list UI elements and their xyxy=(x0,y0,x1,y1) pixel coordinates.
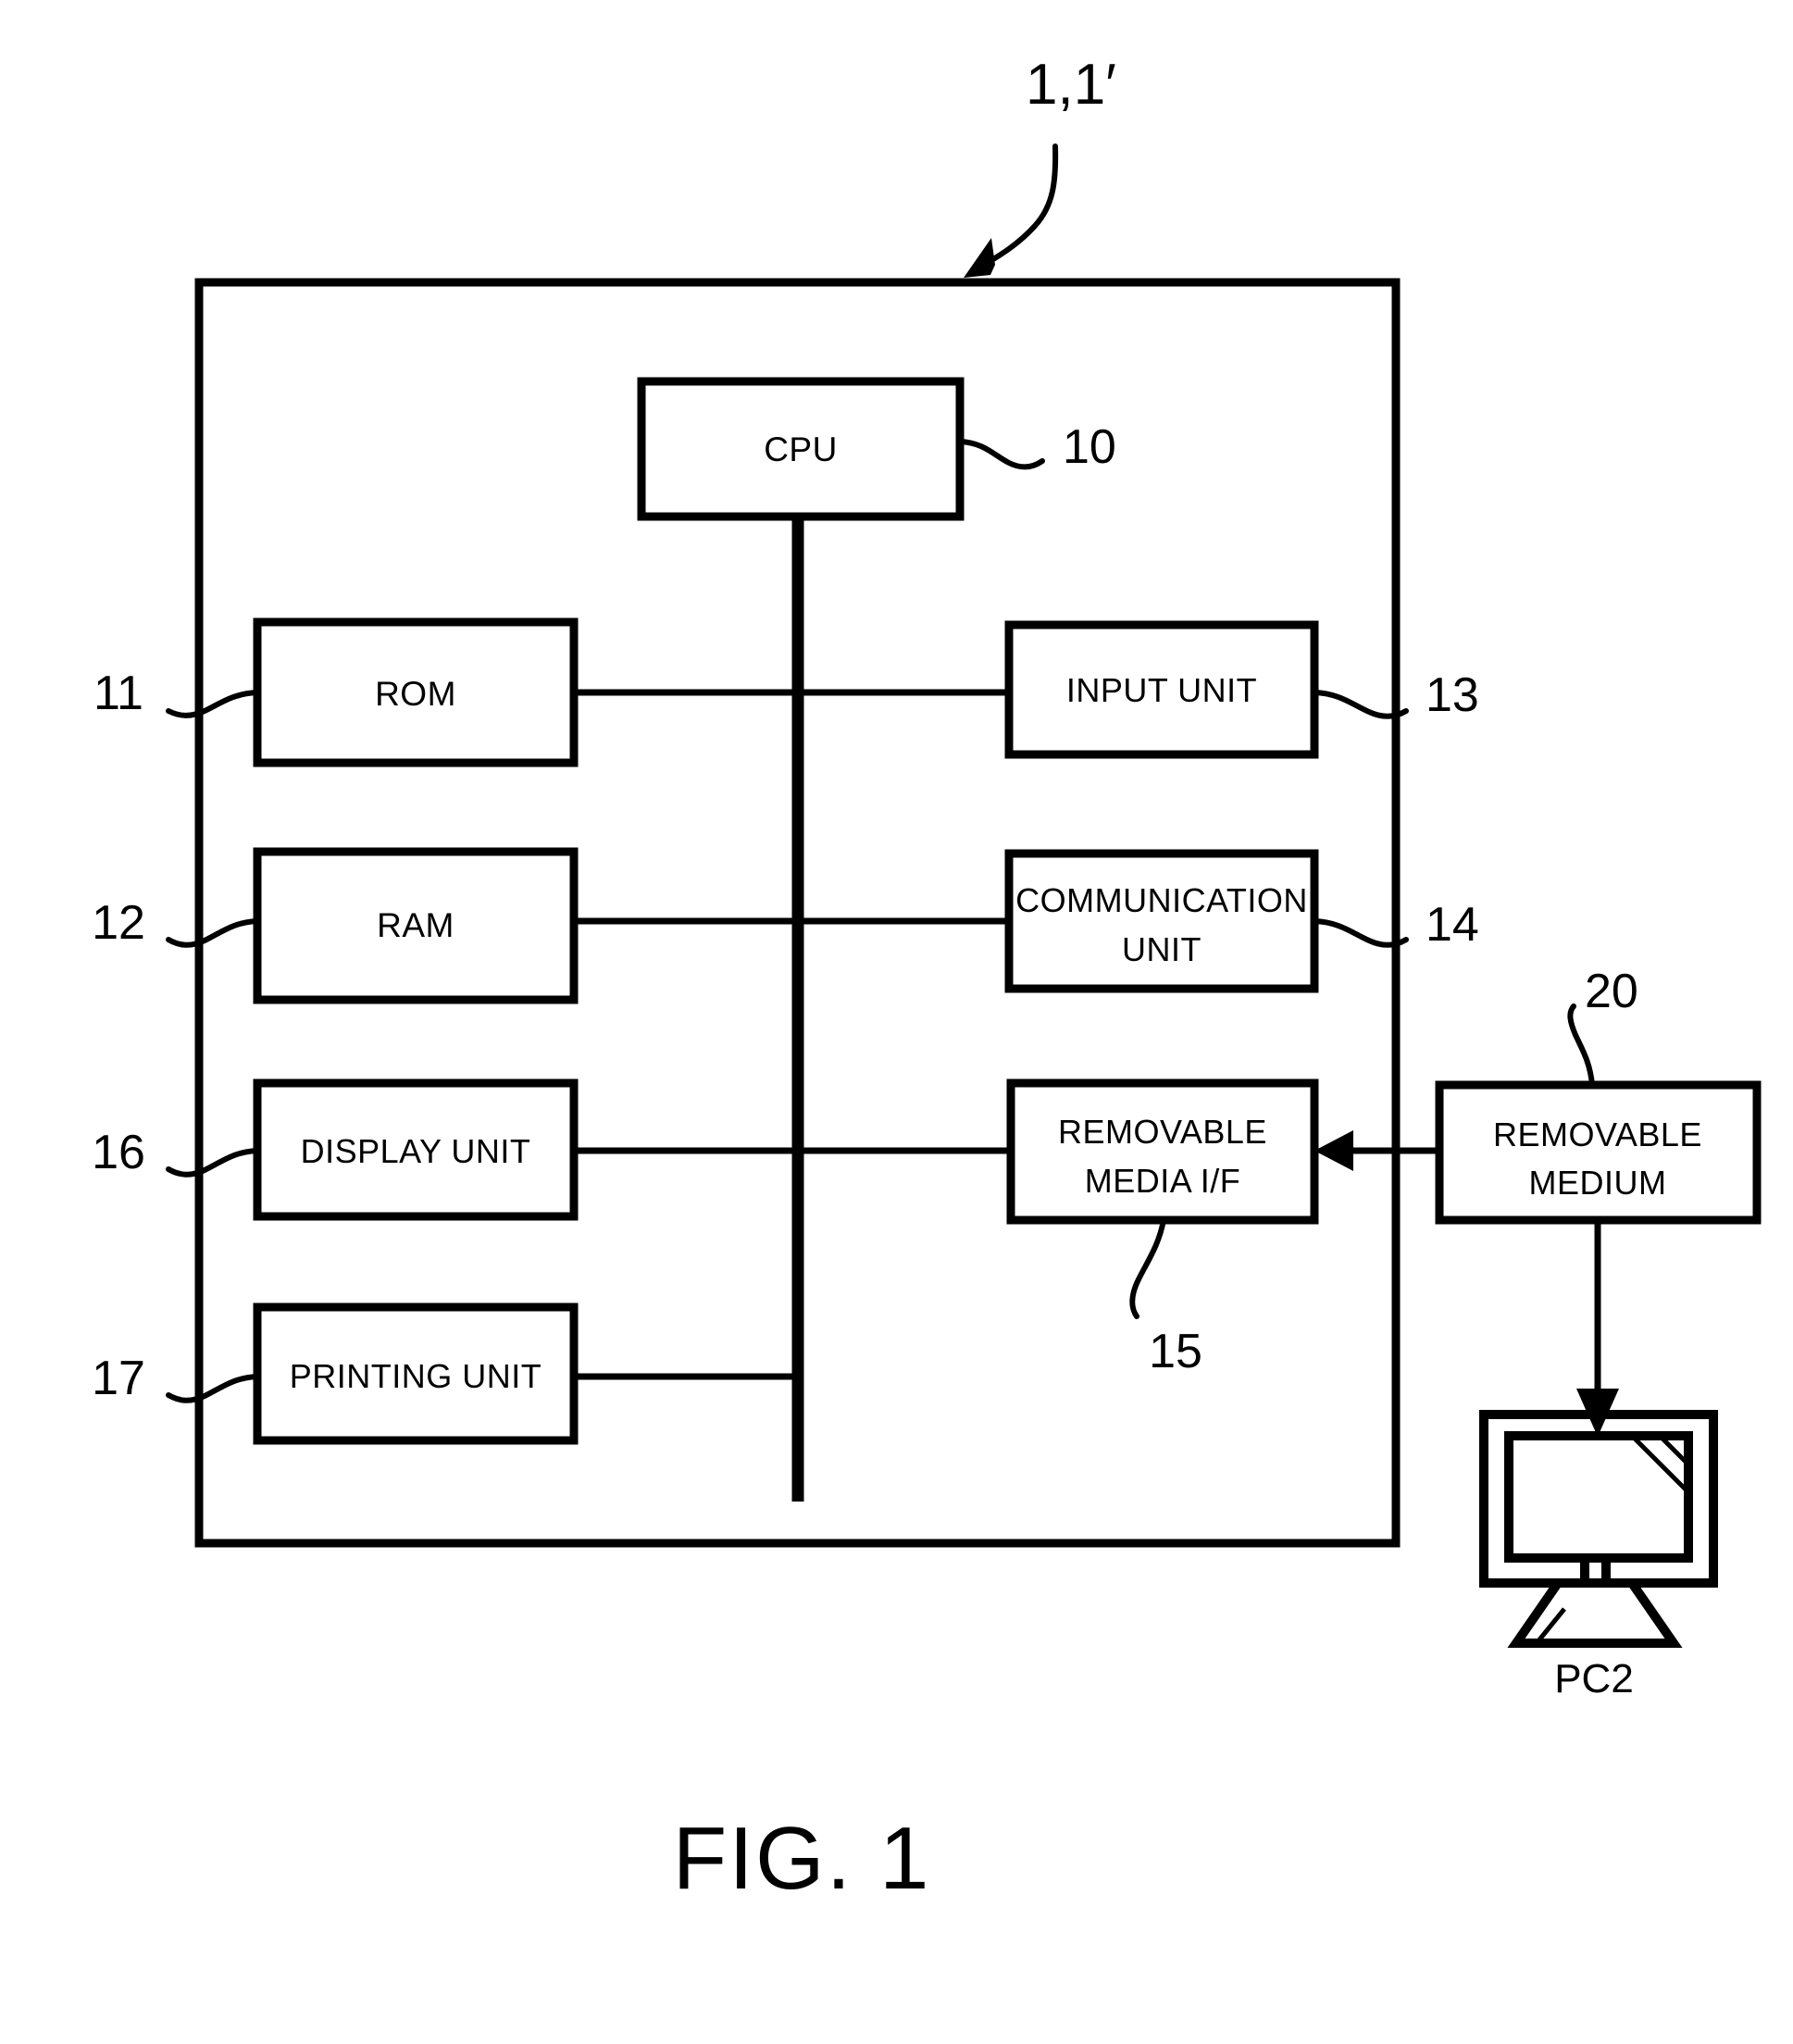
pc2-monitor-icon xyxy=(1479,1410,1718,1648)
block-communication-unit-label-line2: UNIT xyxy=(1122,930,1202,968)
block-rom-label: ROM xyxy=(375,675,456,713)
ref-number-rom: 11 xyxy=(93,667,143,720)
pc2-label: PC2 xyxy=(1554,1656,1634,1701)
block-cpu[interactable]: CPU xyxy=(637,377,965,521)
leader-removable-media-if xyxy=(1129,1217,1166,1319)
block-display-unit[interactable]: DISPLAY UNIT xyxy=(253,1078,579,1221)
block-removable-media-if-label: REMOVABLE xyxy=(1058,1113,1267,1151)
removable-medium-to-if-arrowhead xyxy=(1314,1130,1353,1171)
block-removable-medium[interactable]: REMOVABLE MEDIUM xyxy=(1435,1080,1762,1225)
block-communication-unit-rect[interactable] xyxy=(1004,849,1319,993)
leader-ram xyxy=(166,918,260,948)
block-removable-medium-label: REMOVABLE xyxy=(1493,1115,1702,1153)
leader-rom xyxy=(166,690,260,718)
monitor-screen xyxy=(1504,1431,1693,1563)
block-display-unit-label: DISPLAY UNIT xyxy=(301,1132,531,1170)
block-rom[interactable]: ROM xyxy=(253,617,579,767)
figure-container: 1,1′ CPU 10 ROM 11 RAM 12 DISPLAY UNIT 1… xyxy=(0,0,1793,2044)
block-ram[interactable]: RAM xyxy=(253,847,579,1004)
block-removable-media-if[interactable]: REMOVABLE MEDIA I/F xyxy=(1006,1078,1319,1225)
block-communication-unit-label: COMMUNICATION xyxy=(1015,881,1308,919)
block-cpu-label: CPU xyxy=(764,430,838,468)
ref-number-display-unit: 16 xyxy=(92,1126,145,1179)
monitor-stand xyxy=(1507,1578,1683,1648)
leader-display-unit xyxy=(166,1148,260,1178)
patent-figure-diagram: 1,1′ CPU 10 ROM 11 RAM 12 DISPLAY UNIT 1… xyxy=(92,53,1762,1908)
block-input-unit-label: INPUT UNIT xyxy=(1066,671,1257,709)
figure-caption: FIG. 1 xyxy=(673,1809,931,1908)
ref-number-removable-medium: 20 xyxy=(1585,965,1638,1018)
ref-number-input-unit: 13 xyxy=(1426,668,1479,722)
ref-number-cpu: 10 xyxy=(1063,420,1116,474)
assembly-reference-arrowhead xyxy=(964,238,995,278)
block-communication-unit[interactable]: COMMUNICATION UNIT xyxy=(1004,849,1319,993)
assembly-reference-label: 1,1′ xyxy=(1026,53,1116,117)
block-removable-medium-label-line2: MEDIUM xyxy=(1529,1164,1667,1202)
block-ram-label: RAM xyxy=(377,906,454,944)
leader-cpu xyxy=(957,439,1045,470)
leader-printing-unit xyxy=(166,1374,260,1403)
ref-number-ram: 12 xyxy=(92,896,145,950)
ref-number-removable-media-if: 15 xyxy=(1149,1325,1202,1378)
block-printing-unit[interactable]: PRINTING UNIT xyxy=(253,1302,579,1445)
block-removable-media-if-label-line2: MEDIA I/F xyxy=(1085,1162,1241,1200)
ref-number-printing-unit: 17 xyxy=(92,1352,145,1405)
block-input-unit[interactable]: INPUT UNIT xyxy=(1004,620,1319,759)
block-printing-unit-label: PRINTING UNIT xyxy=(290,1357,542,1395)
ref-number-communication-unit: 14 xyxy=(1426,898,1479,952)
